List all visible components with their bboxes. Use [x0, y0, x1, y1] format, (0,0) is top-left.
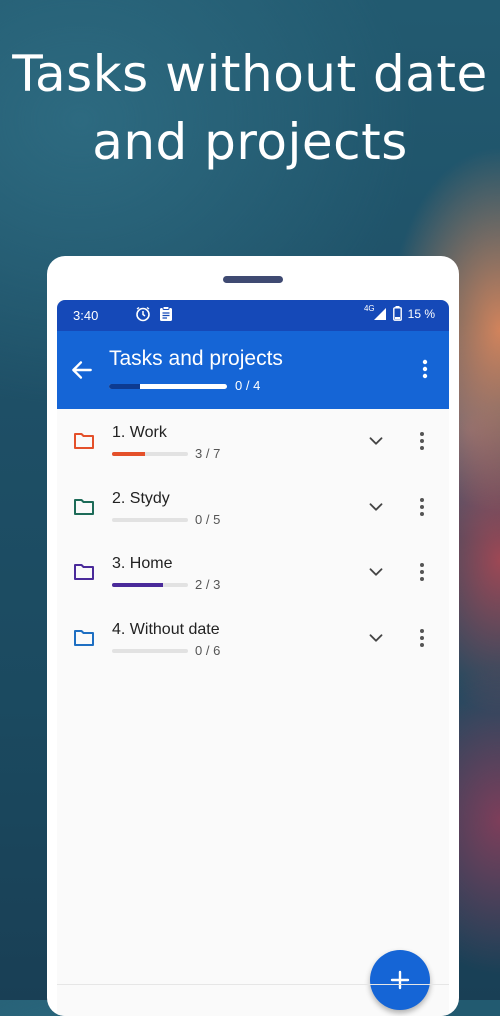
project-list: 1. Work 3 / 7 2. Stydy 0 / 5 3. Home 2 / 3 4. … [57, 409, 449, 671]
back-arrow-icon[interactable] [69, 357, 95, 383]
project-progress-bar [112, 452, 188, 456]
app-bar: Tasks and projects 0 / 4 [57, 331, 449, 409]
list-item[interactable]: 2. Stydy 0 / 5 [57, 475, 449, 541]
project-title: 2. Stydy [112, 489, 170, 507]
promo-headline-line-1: Tasks without date [12, 45, 488, 103]
folder-icon [74, 629, 94, 646]
project-progress-bar [112, 583, 188, 587]
chevron-down-icon[interactable] [365, 430, 387, 452]
list-item[interactable]: 3. Home 2 / 3 [57, 540, 449, 606]
folder-icon [74, 433, 94, 449]
chevron-down-icon[interactable] [365, 561, 387, 583]
status-bar: 3:40 4G 15 % [57, 300, 449, 331]
more-vert-icon[interactable] [413, 357, 437, 381]
plus-icon [390, 970, 410, 990]
project-title: 1. Work [112, 424, 167, 441]
chevron-down-icon[interactable] [365, 496, 387, 518]
promo-headline: Tasks without date and projects [0, 40, 500, 176]
signal-icon [373, 307, 386, 320]
clipboard-icon [160, 306, 172, 321]
chevron-down-icon[interactable] [365, 627, 387, 649]
add-button[interactable] [370, 950, 430, 1010]
bottom-divider [57, 984, 449, 985]
project-progress-fill [112, 452, 145, 456]
project-progress-bar [112, 648, 188, 653]
folder-icon [74, 564, 94, 580]
project-title: 3. Home [112, 555, 173, 572]
more-vert-icon[interactable] [411, 495, 433, 519]
battery-icon [392, 306, 402, 321]
promo-headline-line-2: and projects [92, 113, 408, 171]
list-item[interactable]: 4. Without date 0 / 6 [57, 606, 449, 672]
overall-progress-track [109, 384, 140, 389]
alarm-icon [136, 306, 150, 322]
overall-progress-bar [109, 384, 227, 389]
more-vert-icon[interactable] [411, 429, 433, 453]
phone-frame: 3:40 4G 15 % Tasks and projects 0 / 4 1.… [47, 256, 459, 1016]
project-progress-bar [112, 517, 188, 522]
project-progress-count: 3 / 7 [195, 446, 221, 461]
phone-speaker [223, 276, 283, 283]
page-title: Tasks and projects [109, 347, 283, 370]
status-notification-icons [135, 306, 173, 322]
more-vert-icon[interactable] [411, 560, 433, 584]
project-progress-count: 2 / 3 [195, 577, 221, 592]
project-progress-fill [112, 583, 163, 587]
folder-icon [74, 498, 94, 515]
app-screen: 3:40 4G 15 % Tasks and projects 0 / 4 1.… [57, 300, 449, 1016]
more-vert-icon[interactable] [411, 626, 433, 650]
network-type-label: 4G [363, 304, 375, 313]
list-item[interactable]: 1. Work 3 / 7 [57, 409, 449, 475]
project-title: 4. Without date [112, 620, 220, 638]
project-progress-count: 0 / 5 [195, 511, 221, 527]
battery-level: 15 % [407, 306, 435, 321]
overall-progress-count: 0 / 4 [235, 378, 261, 393]
status-system-icons: 4G 15 % [363, 304, 435, 321]
project-progress-count: 0 / 6 [195, 642, 221, 658]
status-time: 3:40 [73, 308, 99, 323]
